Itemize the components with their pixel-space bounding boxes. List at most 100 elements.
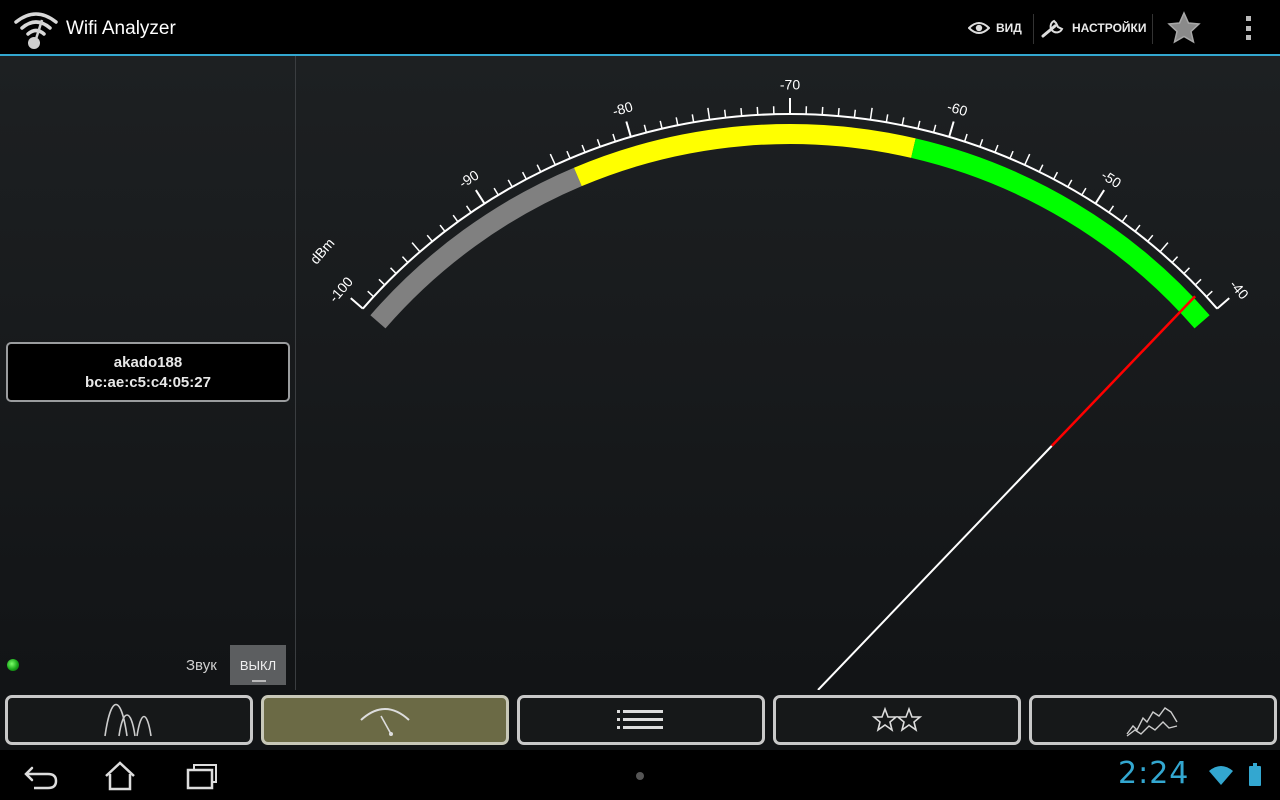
access-point-card[interactable]: akado188 bc:ae:c5:c4:05:27 [6, 342, 290, 402]
ap-list-icon [617, 710, 663, 729]
clock: 2:24 [1118, 756, 1190, 791]
action-separator [1152, 14, 1153, 44]
meter-tick [596, 139, 601, 148]
meter-tick [869, 107, 873, 120]
signal-meter: -100 -90 -80 -70 -60 -50 -40 dBm [307, 77, 1252, 690]
meter-tick [625, 121, 632, 138]
meter-tick [901, 117, 905, 126]
channel-graph-icon [104, 703, 152, 737]
meter-tick [1147, 234, 1154, 242]
meter-tick [581, 144, 586, 153]
meter-tick [1159, 242, 1169, 253]
tab-ap-list[interactable] [517, 695, 765, 745]
tab-channel-graph[interactable] [5, 695, 253, 745]
view-button-label: ВИД [996, 21, 1022, 35]
meter-tick [723, 109, 727, 118]
meter-tick [643, 124, 648, 133]
meter-tick [521, 171, 527, 180]
meter-tick [426, 234, 433, 242]
settings-button-label: НАСТРОЙКИ [1072, 21, 1147, 35]
meter-tick [853, 109, 857, 118]
meter-tick [1067, 179, 1073, 188]
menu-dot-icon[interactable] [636, 772, 644, 780]
meter-tick [507, 179, 513, 188]
meter-needle-tip [1050, 295, 1196, 447]
meter-unit-label: dBm [307, 235, 338, 267]
ap-ssid: akado188 [113, 353, 183, 371]
meter-tick [493, 187, 499, 196]
signal-meter-icon [360, 708, 410, 736]
meter-tick [740, 108, 743, 117]
tab-channel-rating[interactable] [773, 695, 1021, 745]
meter-tick [885, 114, 889, 123]
meter-zone-2 [911, 138, 1210, 329]
view-button[interactable]: ВИД [968, 8, 1022, 48]
meter-needle [817, 445, 1053, 690]
meter-tick [401, 256, 409, 263]
wifi-status-icon [1209, 766, 1233, 785]
app-logo-icon[interactable] [12, 6, 60, 50]
meter-tick [659, 120, 663, 129]
battery-icon [1249, 763, 1261, 786]
meter-tick [350, 297, 364, 310]
meter-tick [1038, 164, 1044, 173]
tab-bar [0, 690, 1280, 750]
meter-tick-label: -100 [325, 273, 356, 305]
settings-button[interactable]: НАСТРОЙКИ [1040, 8, 1146, 48]
meter-tick [994, 144, 999, 153]
meter-tick [837, 108, 840, 117]
tab-signal-meter[interactable] [261, 695, 509, 745]
meter-tick-label: -90 [456, 167, 482, 192]
back-icon[interactable] [20, 760, 64, 792]
meter-tick [1081, 187, 1087, 196]
home-icon[interactable] [98, 760, 142, 792]
ap-bssid: bc:ae:c5:c4:05:27 [85, 373, 211, 391]
meter-tick [1183, 267, 1190, 275]
meter-tick [536, 164, 542, 173]
meter-tick [566, 150, 571, 159]
meter-tick-label: -50 [1098, 167, 1124, 192]
meter-tick [1024, 153, 1031, 166]
meter-zone-0 [370, 167, 582, 329]
left-pane: akado188 bc:ae:c5:c4:05:27 Звук ВЫКЛ [0, 56, 295, 690]
meter-tick [932, 124, 937, 133]
tab-time-graph[interactable] [1029, 695, 1277, 745]
meter-tick [378, 278, 386, 286]
overflow-menu-icon[interactable] [1236, 14, 1260, 42]
eye-icon [968, 22, 990, 34]
app-title: Wifi Analyzer [66, 18, 176, 39]
meter-tick [1094, 189, 1105, 205]
main-content: akado188 bc:ae:c5:c4:05:27 Звук ВЫКЛ -10… [0, 56, 1280, 690]
action-separator [1033, 14, 1034, 44]
meter-tick-label: -40 [1227, 277, 1252, 303]
meter-tick [979, 139, 984, 148]
meter-tick [675, 117, 679, 126]
meter-tick [1009, 150, 1014, 159]
sound-label: Звук [186, 657, 217, 674]
meter-tick [1216, 297, 1230, 310]
meter-tick [1053, 171, 1059, 180]
meter-tick [465, 205, 472, 213]
meter-tick [612, 133, 617, 142]
star-icon[interactable] [1166, 10, 1202, 46]
meter-tick [691, 114, 695, 123]
meter-tick [707, 107, 711, 120]
wrench-icon [1041, 19, 1064, 38]
meter-tick [390, 267, 397, 275]
meter-tick-label: -60 [945, 98, 969, 119]
meter-tick [1194, 278, 1202, 286]
meter-tick [475, 189, 486, 205]
meter-zone-1 [573, 124, 916, 187]
meter-tick [367, 290, 375, 298]
meter-tick-label: -70 [780, 77, 800, 93]
recent-apps-icon[interactable] [178, 760, 222, 792]
meter-tick [948, 121, 955, 138]
meter-tick [549, 153, 556, 166]
meter-tick [1205, 290, 1213, 298]
action-bar: Wifi Analyzer ВИД НАСТРОЙКИ [0, 0, 1280, 56]
channel-rating-icon [871, 706, 923, 732]
meter-tick [452, 214, 459, 223]
meter-tick [1108, 205, 1115, 213]
sound-toggle[interactable]: ВЫКЛ [230, 645, 286, 685]
system-bar: 2:24 [0, 750, 1280, 800]
